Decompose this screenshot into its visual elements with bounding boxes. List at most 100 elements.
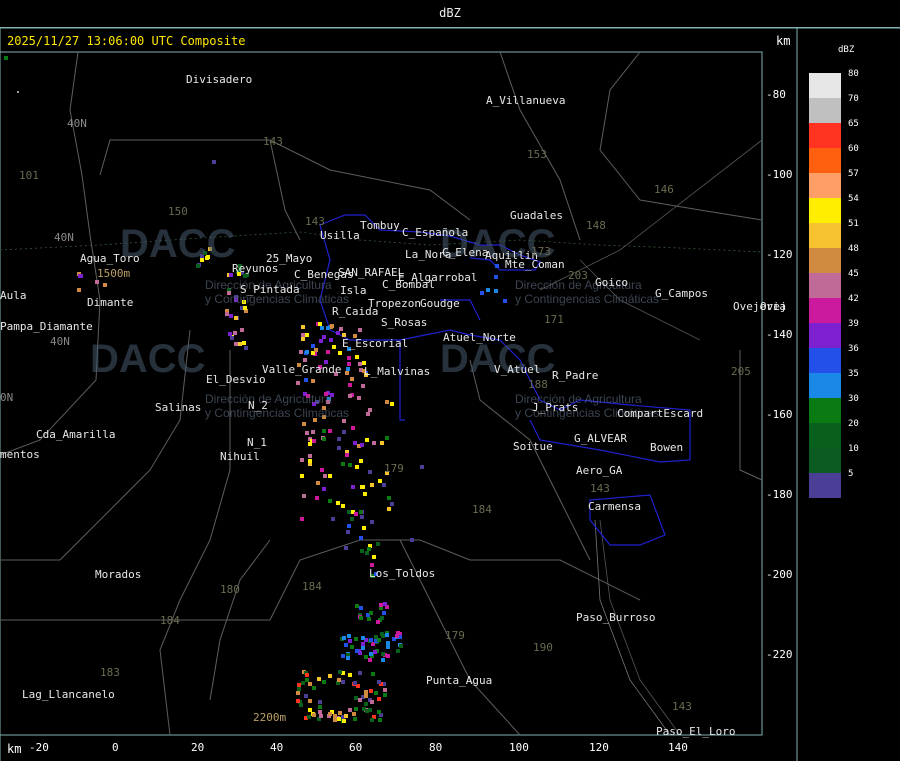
towns (17, 91, 19, 93)
echo-pixel (316, 481, 320, 485)
echo-pixel (364, 655, 368, 659)
legend-label: 54 (848, 194, 859, 204)
place-label: Pampa_Diamante (0, 320, 93, 333)
echo-pixel (361, 384, 365, 388)
echo-pixel (377, 697, 381, 701)
echo-pixel (320, 468, 324, 472)
echo-pixel (480, 291, 484, 295)
echo-pixel (355, 604, 359, 608)
echo-pixel (360, 515, 364, 519)
echo-pixel (305, 673, 309, 677)
echo-pixel (328, 674, 332, 678)
echo-pixel (341, 680, 345, 684)
echo-pixel (301, 337, 305, 341)
place-label: L_Malvinas (364, 365, 431, 378)
echo-pixel (308, 708, 312, 712)
echo-pixel (378, 479, 382, 483)
route-number: 148 (586, 219, 606, 232)
echo-pixel (342, 719, 346, 723)
echo-pixel (320, 326, 324, 330)
place-label: N_1 (247, 436, 267, 449)
x-tick-label: 60 (349, 741, 363, 754)
place-label: Bowen (650, 441, 684, 454)
route-number: 179 (384, 462, 404, 475)
echo-pixel (368, 408, 372, 412)
echo-pixel (348, 673, 352, 677)
place-label: G_ALVEAR (574, 432, 627, 445)
place-label: V_Atuel (494, 363, 541, 376)
echo-pixel (77, 288, 81, 292)
echo-pixel (228, 332, 232, 336)
echo-pixel (390, 402, 394, 406)
echo-pixel (323, 474, 327, 478)
route-number: 171 (544, 313, 564, 326)
echo-pixel (337, 446, 341, 450)
echo-pixel (347, 510, 351, 514)
echo-pixel (234, 316, 238, 320)
place-label: Goudge (420, 297, 460, 310)
echo-pixel (329, 338, 333, 342)
echo-pixel (350, 377, 354, 381)
legend-swatch (809, 323, 841, 348)
echo-pixel (350, 517, 354, 521)
place-label: Divisadero (186, 73, 253, 86)
echo-pixel (328, 499, 332, 503)
echo-pixel (311, 379, 315, 383)
place-label: 25_Mayo (266, 252, 313, 265)
echo-pixel (341, 504, 345, 508)
echo-pixel (322, 680, 326, 684)
echo-pixel (318, 322, 322, 326)
legend-swatch (809, 123, 841, 148)
echo-pixel (373, 650, 377, 654)
echo-pixel (351, 426, 355, 430)
echo-pixel (383, 602, 387, 606)
echo-pixel (305, 350, 309, 354)
echo-pixel (305, 431, 309, 435)
echo-pixel (318, 705, 322, 709)
echo-pixel (396, 649, 400, 653)
echo-pixel (382, 611, 386, 615)
echo-pixel (318, 710, 322, 714)
place-label: Goico (595, 276, 629, 289)
echo-pixel (361, 646, 365, 650)
place-label: E_Escorial (342, 337, 409, 350)
echo-pixel (380, 616, 384, 620)
route-number: 184 (472, 503, 492, 516)
echo-pixel (346, 656, 350, 660)
place-label: R_Padre (552, 369, 599, 382)
echo-pixel (336, 501, 340, 505)
echo-pixel (390, 502, 394, 506)
route-number: 179 (445, 629, 465, 642)
echo-pixel (308, 699, 312, 703)
echo-pixel (367, 547, 371, 551)
legend-label: 48 (848, 244, 859, 254)
place-label: Atuel_Norte (443, 331, 516, 344)
route-number: 183 (100, 666, 120, 679)
echo-pixel (363, 492, 367, 496)
legend-swatch (809, 173, 841, 198)
echo-pixel (333, 718, 337, 722)
echo-pixel (372, 441, 376, 445)
echo-pixel (299, 703, 303, 707)
route-number: 184 (302, 580, 322, 593)
echo-pixel (377, 710, 381, 714)
echo-pixel (328, 712, 332, 716)
echo-pixel (326, 326, 330, 330)
echo-pixel (225, 312, 229, 316)
echo-pixel (359, 606, 363, 610)
place-label: 40N (50, 335, 70, 348)
echo-pixel (344, 714, 348, 718)
place-label: Cda_Amarilla (36, 428, 116, 441)
echo-pixel (337, 717, 341, 721)
echo-pixel (296, 699, 300, 703)
echo-pixel (312, 439, 316, 443)
route-number: 150 (168, 205, 188, 218)
place-label: Aula (0, 289, 27, 302)
echo-pixel (365, 438, 369, 442)
place-label: Paso_Burroso (576, 611, 656, 624)
echo-pixel (486, 288, 490, 292)
echo-pixel (380, 632, 384, 636)
echo-pixel (300, 458, 304, 462)
place-label: Nihuil (220, 450, 260, 463)
echo-pixel (381, 652, 385, 656)
